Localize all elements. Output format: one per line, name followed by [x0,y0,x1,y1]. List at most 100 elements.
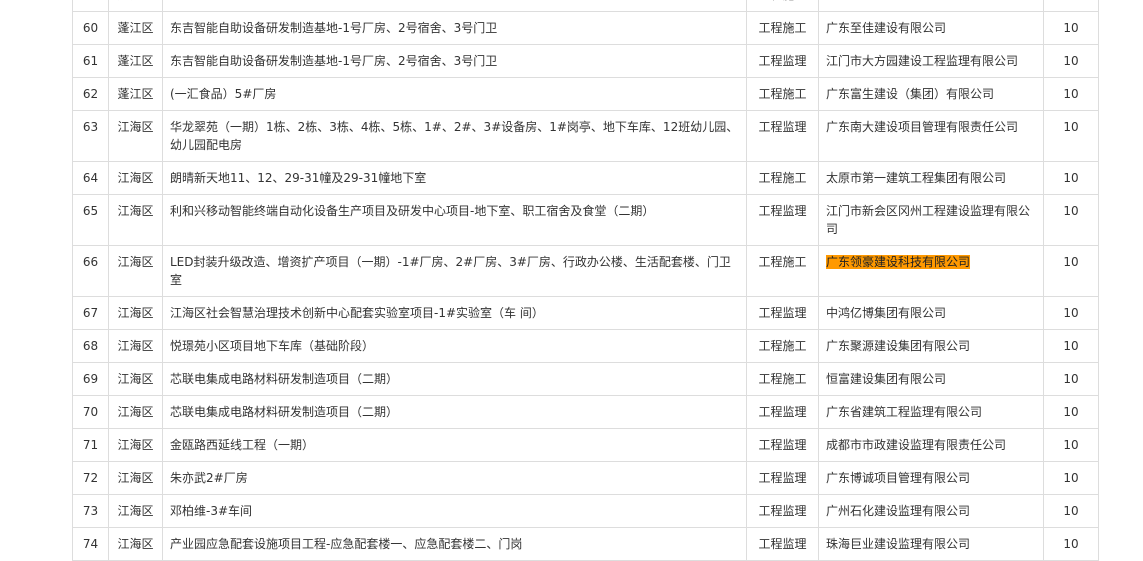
work-type-cell: 工程施工 [746,0,819,12]
table-row: 60 蓬江区 东吉智能自助设备研发制造基地-1号厂房、2号宿舍、3号门卫 工程施工 广东… [72,11,1099,45]
work-type-cell: 工程监理 [746,296,819,330]
district-cell: 江海区 [108,329,163,363]
row-number-cell: 73 [72,494,109,528]
row-number-cell: 67 [72,296,109,330]
table-row: 65 江海区 利和兴移动智能终端自动化设备生产项目及研发中心项目-地下室、职工宿舍及… [72,194,1099,246]
project-name-cell: 东吉智能自助设备研发制造基地-1号厂房、2号宿舍、3号门卫 [162,44,747,78]
company-cell: 广东领豪建设科技有限公司 [818,245,1044,297]
project-name-cell: 朱亦武2#厂房 [162,461,747,495]
company-cell: 中鸿亿博集团有限公司 [818,296,1044,330]
project-table: 蓬江区工程施工60蓬江区东吉智能自助设备研发制造基地-1号厂房、2号宿舍、3号门… [72,0,1099,561]
table-row: 62 蓬江区 (一汇食品）5#厂房 工程施工 广东富生建设（集团）有限公司 10 [72,77,1099,111]
company-cell: 珠海巨业建设监理有限公司 [818,527,1044,561]
table-row: 蓬江区 工程施工 [72,0,1099,12]
work-type-cell: 工程监理 [746,428,819,462]
company-cell: 广州石化建设监理有限公司 [818,494,1044,528]
score-cell [1043,0,1099,12]
work-type-cell: 工程施工 [746,77,819,111]
score-cell: 10 [1043,296,1099,330]
project-name-cell: 产业园应急配套设施项目工程-应急配套楼一、应急配套楼二、门岗 [162,527,747,561]
work-type-cell: 工程监理 [746,395,819,429]
company-cell: 广东南大建设项目管理有限责任公司 [818,110,1044,162]
district-cell: 江海区 [108,296,163,330]
district-cell: 蓬江区 [108,0,163,12]
score-cell: 10 [1043,461,1099,495]
row-number-cell: 68 [72,329,109,363]
row-number-cell: 72 [72,461,109,495]
row-number-cell: 70 [72,395,109,429]
work-type-cell: 工程监理 [746,194,819,246]
score-cell: 10 [1043,527,1099,561]
score-cell: 10 [1043,245,1099,297]
company-cell: 太原市第一建筑工程集团有限公司 [818,161,1044,195]
table-row: 66 江海区 LED封装升级改造、增资扩产项目（一期）-1#厂房、2#厂房、3#厂房… [72,245,1099,297]
score-cell: 10 [1043,11,1099,45]
work-type-cell: 工程监理 [746,527,819,561]
row-number-cell [72,0,109,12]
company-cell: 广东聚源建设集团有限公司 [818,329,1044,363]
table-body: 蓬江区工程施工60蓬江区东吉智能自助设备研发制造基地-1号厂房、2号宿舍、3号门… [72,0,1099,561]
company-cell: 广东省建筑工程监理有限公司 [818,395,1044,429]
row-number-cell: 61 [72,44,109,78]
project-name-cell: 江海区社会智慧治理技术创新中心配套实验室项目-1#实验室（车 间） [162,296,747,330]
project-name-cell: 朗晴新天地11、12、29-31幢及29-31幢地下室 [162,161,747,195]
highlighted-company: 广东领豪建设科技有限公司 [826,255,971,269]
row-number-cell: 63 [72,110,109,162]
company-cell [818,0,1044,12]
score-cell: 10 [1043,161,1099,195]
table-row: 63 江海区 华龙翠苑（一期）1栋、2栋、3栋、4栋、5栋、1#、2#、3#设备房、… [72,110,1099,162]
work-type-cell: 工程监理 [746,44,819,78]
work-type-cell: 工程监理 [746,461,819,495]
work-type-cell: 工程施工 [746,11,819,45]
table-container: 蓬江区工程施工60蓬江区东吉智能自助设备研发制造基地-1号厂房、2号宿舍、3号门… [72,0,1099,561]
row-number-cell: 69 [72,362,109,396]
score-cell: 10 [1043,494,1099,528]
district-cell: 蓬江区 [108,11,163,45]
table-row: 64 江海区 朗晴新天地11、12、29-31幢及29-31幢地下室 工程施工 太原市第… [72,161,1099,195]
table-row: 70 江海区 芯联电集成电路材料研发制造项目（二期） 工程监理 广东省建筑工程监理有限公… [72,395,1099,429]
work-type-cell: 工程监理 [746,494,819,528]
district-cell: 江海区 [108,362,163,396]
row-number-cell: 74 [72,527,109,561]
project-name-cell: 利和兴移动智能终端自动化设备生产项目及研发中心项目-地下室、职工宿舍及食堂（二期… [162,194,747,246]
project-name-cell: LED封装升级改造、增资扩产项目（一期）-1#厂房、2#厂房、3#厂房、行政办公… [162,245,747,297]
table-row: 71 江海区 金瓯路西延线工程（一期） 工程监理 成都市市政建设监理有限责任公司 10 [72,428,1099,462]
company-cell: 江门市大方园建设工程监理有限公司 [818,44,1044,78]
work-type-cell: 工程施工 [746,245,819,297]
score-cell: 10 [1043,362,1099,396]
score-cell: 10 [1043,428,1099,462]
score-cell: 10 [1043,44,1099,78]
project-name-cell: 悦璟苑小区项目地下车库（基础阶段） [162,329,747,363]
row-number-cell: 66 [72,245,109,297]
work-type-cell: 工程施工 [746,161,819,195]
table-row: 68 江海区 悦璟苑小区项目地下车库（基础阶段） 工程施工 广东聚源建设集团有限公司 10 [72,329,1099,363]
district-cell: 江海区 [108,395,163,429]
company-cell: 成都市市政建设监理有限责任公司 [818,428,1044,462]
project-name-cell: 金瓯路西延线工程（一期） [162,428,747,462]
company-cell: 广东富生建设（集团）有限公司 [818,77,1044,111]
row-number-cell: 65 [72,194,109,246]
row-number-cell: 62 [72,77,109,111]
district-cell: 江海区 [108,161,163,195]
district-cell: 江海区 [108,494,163,528]
district-cell: 江海区 [108,110,163,162]
score-cell: 10 [1043,395,1099,429]
work-type-cell: 工程施工 [746,362,819,396]
district-cell: 蓬江区 [108,77,163,111]
project-name-cell: 东吉智能自助设备研发制造基地-1号厂房、2号宿舍、3号门卫 [162,11,747,45]
table-row: 67 江海区 江海区社会智慧治理技术创新中心配套实验室项目-1#实验室（车 间） 工程… [72,296,1099,330]
company-cell: 恒富建设集团有限公司 [818,362,1044,396]
table-row: 73 江海区 邓柏维-3#车间 工程监理 广州石化建设监理有限公司 10 [72,494,1099,528]
project-name-cell: 邓柏维-3#车间 [162,494,747,528]
project-name-cell [162,0,747,12]
project-name-cell: 芯联电集成电路材料研发制造项目（二期） [162,362,747,396]
district-cell: 江海区 [108,527,163,561]
project-name-cell: (一汇食品）5#厂房 [162,77,747,111]
row-number-cell: 71 [72,428,109,462]
table-row: 74 江海区 产业园应急配套设施项目工程-应急配套楼一、应急配套楼二、门岗 工程监理珠… [72,527,1099,561]
score-cell: 10 [1043,329,1099,363]
score-cell: 10 [1043,110,1099,162]
company-cell: 江门市新会区冈州工程建设监理有限公司 [818,194,1044,246]
project-name-cell: 芯联电集成电路材料研发制造项目（二期） [162,395,747,429]
work-type-cell: 工程监理 [746,110,819,162]
